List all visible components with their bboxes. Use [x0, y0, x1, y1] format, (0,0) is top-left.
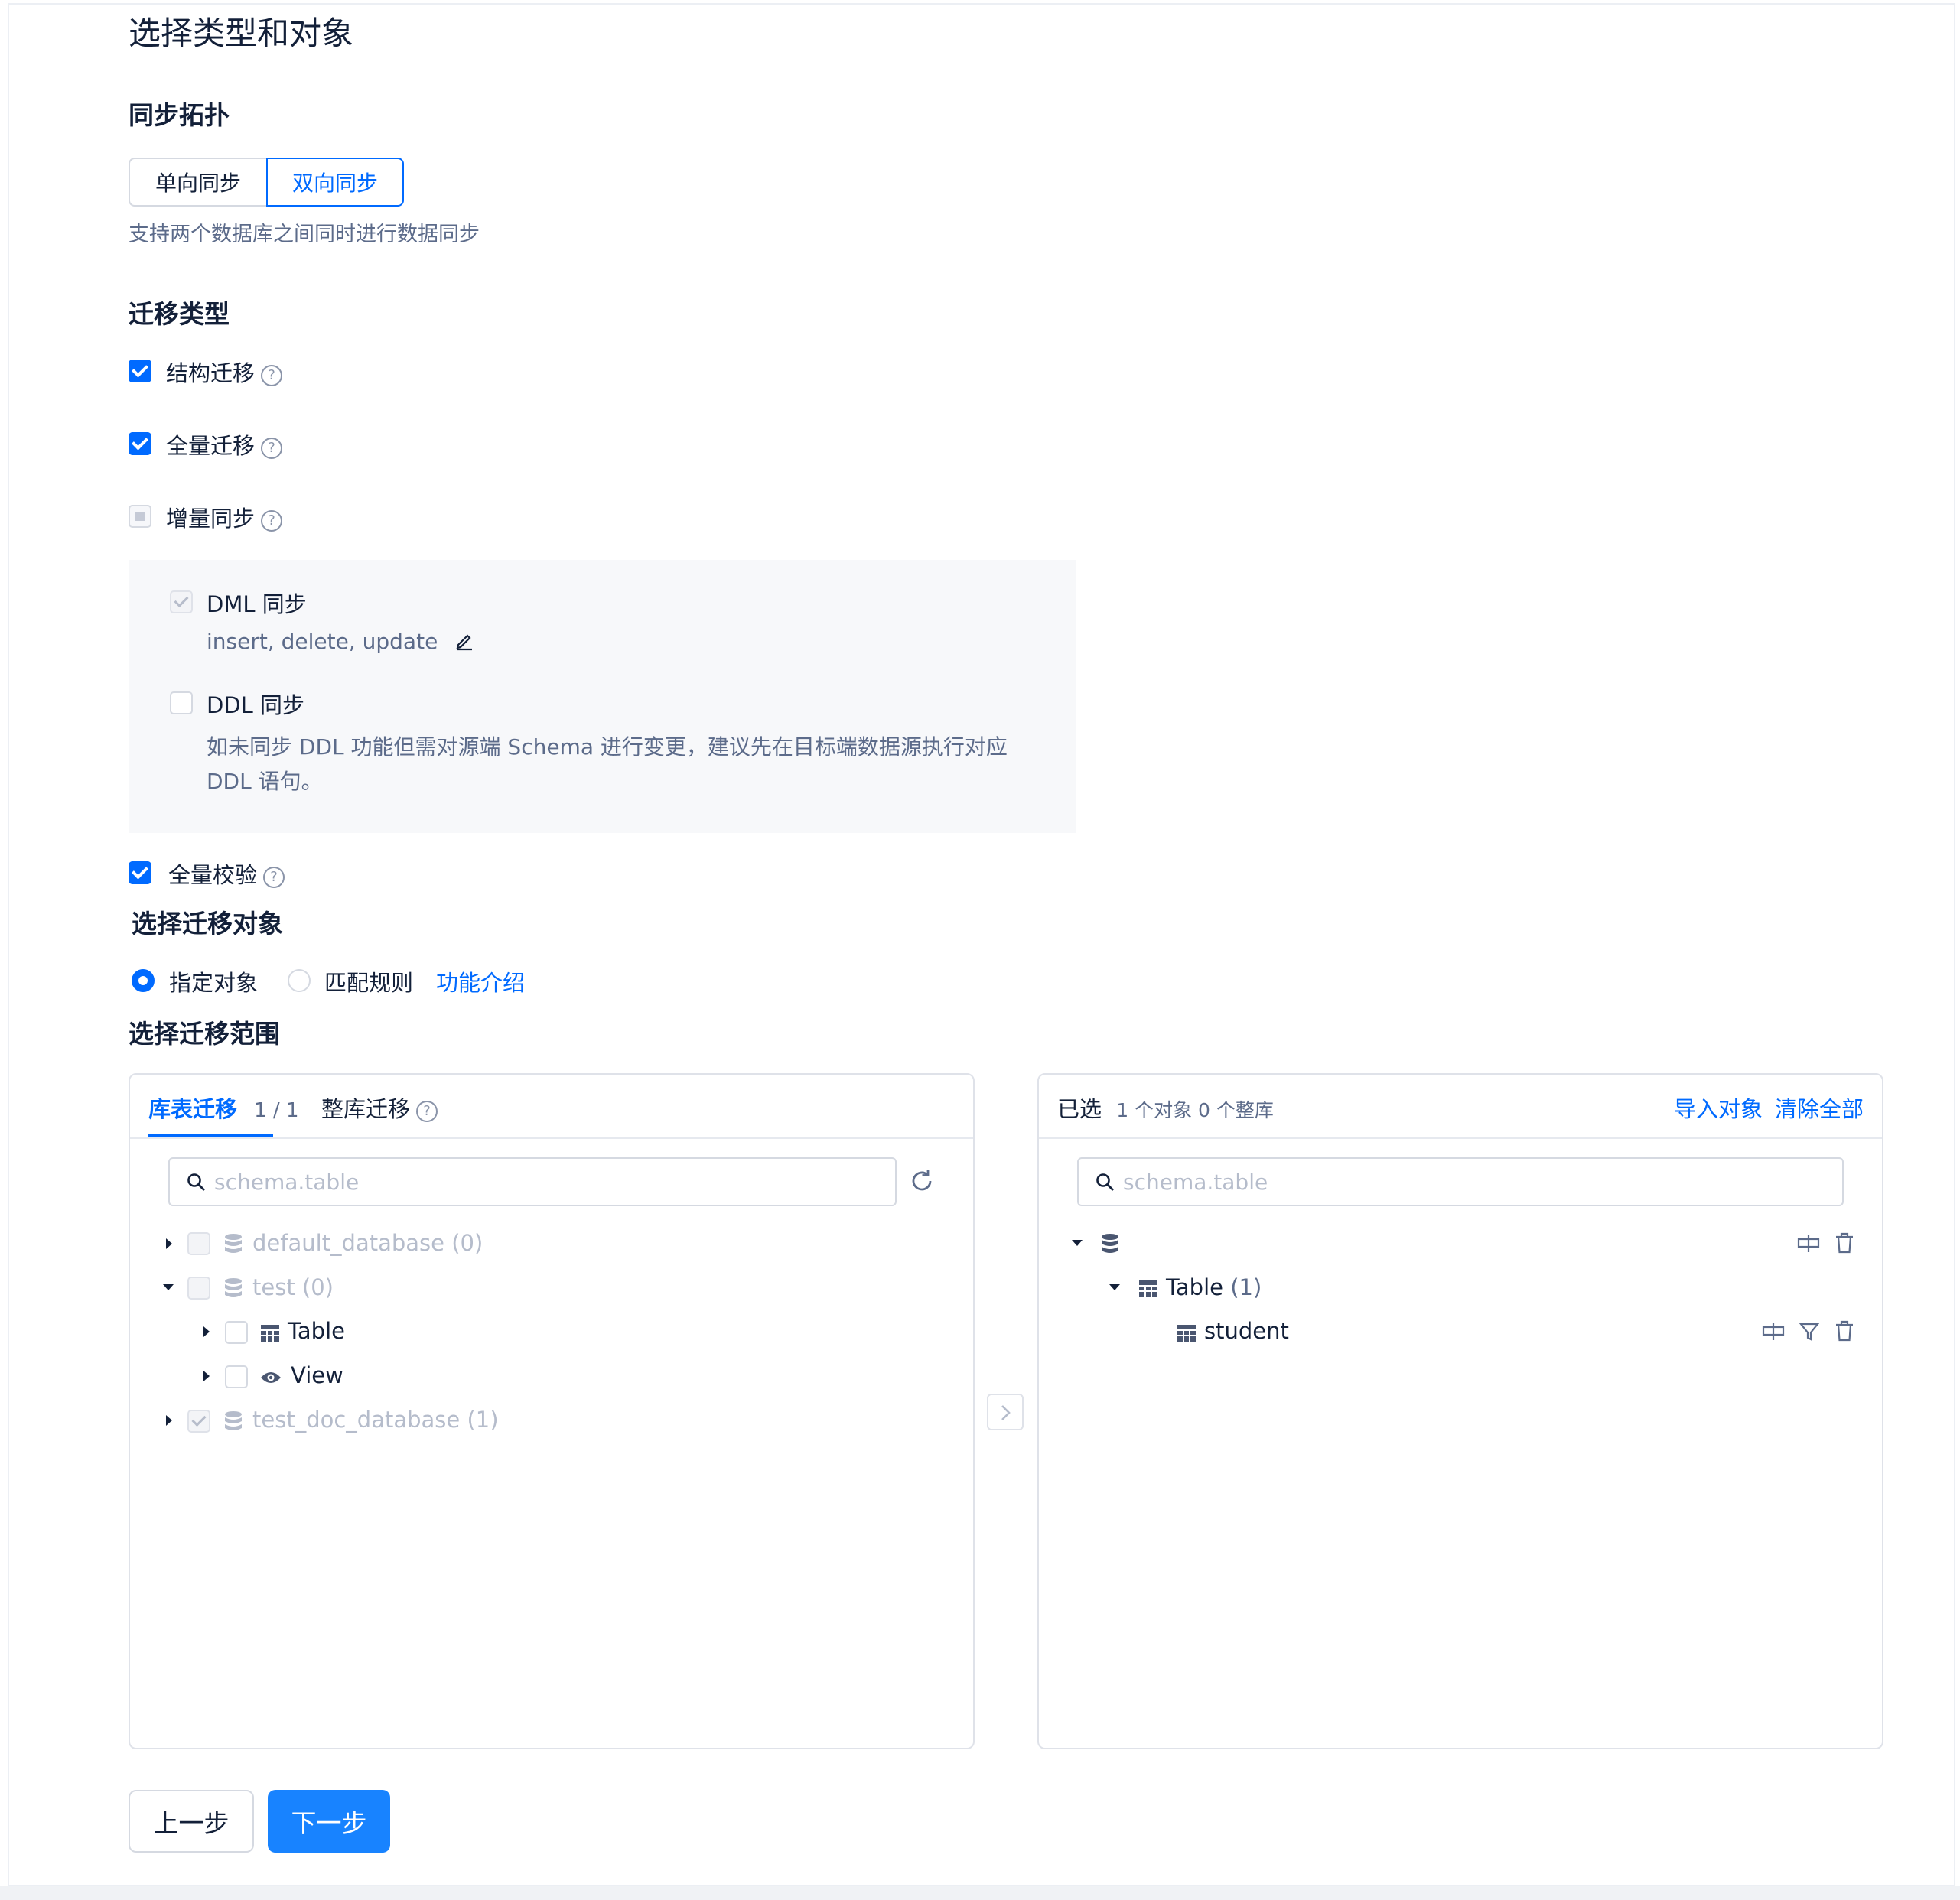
- match-rule-radio[interactable]: [288, 969, 311, 992]
- tree-checkbox[interactable]: [187, 1277, 210, 1300]
- tree-node-view[interactable]: View: [291, 1362, 343, 1388]
- selected-panel-header: 已选 1 个对象 0 个整库 导入对象 清除全部: [1039, 1075, 1882, 1139]
- tree-node-test-doc-database[interactable]: test_doc_database (1): [252, 1407, 499, 1433]
- dml-sync-label: DML 同步: [207, 591, 307, 617]
- tree-checkbox[interactable]: [187, 1232, 210, 1255]
- help-icon[interactable]: ?: [263, 866, 285, 888]
- edit-icon[interactable]: [454, 630, 475, 651]
- collapse-caret-icon[interactable]: [1109, 1284, 1120, 1290]
- search-icon: [1096, 1173, 1114, 1191]
- selected-title: 已选 1 个对象 0 个整库: [1057, 1096, 1274, 1122]
- database-icon: [225, 1278, 242, 1297]
- selected-search-input[interactable]: schema.table: [1077, 1157, 1844, 1206]
- source-search-input[interactable]: schema.table: [168, 1157, 897, 1206]
- help-icon[interactable]: ?: [261, 437, 283, 459]
- feature-intro-link[interactable]: 功能介绍: [436, 965, 525, 997]
- tab-count: 1 / 1: [254, 1099, 299, 1122]
- dml-operations: insert, delete, update: [207, 629, 475, 654]
- selected-objects-panel: 已选 1 个对象 0 个整库 导入对象 清除全部 schema.table Ta…: [1037, 1073, 1883, 1749]
- filter-icon[interactable]: [1799, 1322, 1819, 1342]
- dml-sync-checkbox[interactable]: [170, 590, 193, 613]
- specified-objects-label: 指定对象: [169, 970, 259, 996]
- tree-checkbox[interactable]: [187, 1410, 210, 1433]
- next-step-button[interactable]: 下一步: [268, 1790, 390, 1853]
- expand-caret-icon[interactable]: [166, 1238, 172, 1249]
- page-title: 选择类型和对象: [129, 15, 354, 52]
- full-check-checkbox[interactable]: [129, 861, 151, 884]
- source-panel-tabs: 库表迁移 1 / 1 整库迁移?: [130, 1075, 973, 1139]
- match-rule-label: 匹配规则: [324, 970, 414, 996]
- table-icon: [261, 1325, 279, 1342]
- view-eye-icon: [261, 1372, 281, 1383]
- prev-step-button[interactable]: 上一步: [129, 1790, 254, 1853]
- database-icon: [225, 1411, 242, 1430]
- incremental-sync-checkbox[interactable]: [129, 505, 151, 528]
- tree-node-test[interactable]: test (0): [252, 1274, 334, 1300]
- specified-objects-radio[interactable]: [132, 969, 155, 992]
- clear-all-link[interactable]: 清除全部: [1775, 1092, 1864, 1124]
- selected-table-node[interactable]: Table (1): [1166, 1274, 1262, 1300]
- collapse-caret-icon[interactable]: [163, 1284, 174, 1290]
- selected-item-student[interactable]: student: [1204, 1318, 1289, 1344]
- transfer-right-button[interactable]: [987, 1394, 1024, 1430]
- help-icon[interactable]: ?: [261, 364, 283, 386]
- search-icon: [187, 1173, 205, 1191]
- help-icon[interactable]: ?: [416, 1100, 438, 1122]
- expand-caret-icon[interactable]: [203, 1326, 210, 1337]
- table-icon: [1139, 1280, 1157, 1297]
- bottom-border-strip: [0, 1886, 1960, 1900]
- tree-node-table[interactable]: Table: [288, 1318, 345, 1344]
- selected-summary: 1 个对象 0 个整库: [1116, 1099, 1274, 1121]
- topology-heading: 同步拓扑: [129, 100, 230, 130]
- rename-icon[interactable]: [1762, 1322, 1785, 1342]
- full-migration-label: 全量迁移?: [166, 428, 283, 460]
- rename-icon[interactable]: [1797, 1234, 1820, 1254]
- ddl-hint: 如未同步 DDL 功能但需对源端 Schema 进行变更，建议先在目标端数据源执…: [207, 734, 1008, 794]
- help-icon[interactable]: ?: [261, 509, 283, 532]
- chevron-right-icon: [1001, 1405, 1011, 1420]
- topology-hint: 支持两个数据库之间同时进行数据同步: [129, 223, 480, 246]
- migration-type-heading: 迁移类型: [129, 299, 230, 329]
- import-objects-link[interactable]: 导入对象: [1674, 1092, 1763, 1124]
- delete-icon[interactable]: [1835, 1320, 1854, 1342]
- tab-whole-db-migration[interactable]: 整库迁移?: [321, 1092, 438, 1124]
- ddl-sync-label: DDL 同步: [207, 692, 305, 718]
- collapse-caret-icon[interactable]: [1072, 1240, 1083, 1246]
- tree-node-default-database[interactable]: default_database (0): [252, 1230, 483, 1256]
- ddl-sync-checkbox[interactable]: [170, 691, 193, 714]
- full-check-label: 全量校验?: [168, 857, 285, 890]
- tab-table-migration[interactable]: 库表迁移 1 / 1: [148, 1092, 299, 1124]
- tree-checkbox[interactable]: [225, 1365, 248, 1388]
- source-objects-panel: 库表迁移 1 / 1 整库迁移? schema.table default_da…: [129, 1073, 975, 1749]
- range-heading: 选择迁移范围: [129, 1019, 280, 1049]
- one-way-sync-option[interactable]: 单向同步: [129, 158, 266, 207]
- delete-icon[interactable]: [1835, 1232, 1854, 1254]
- two-way-sync-option[interactable]: 双向同步: [266, 158, 404, 207]
- database-icon: [1102, 1234, 1118, 1253]
- active-tab-indicator: [148, 1134, 273, 1137]
- refresh-icon[interactable]: [909, 1168, 935, 1194]
- tree-checkbox[interactable]: [225, 1321, 248, 1344]
- full-migration-checkbox[interactable]: [129, 432, 151, 455]
- expand-caret-icon[interactable]: [203, 1371, 210, 1381]
- expand-caret-icon[interactable]: [166, 1415, 172, 1426]
- structure-migration-label: 结构迁移?: [166, 356, 283, 388]
- incremental-sync-label: 增量同步?: [166, 501, 283, 533]
- database-icon: [225, 1234, 242, 1253]
- table-icon: [1177, 1325, 1196, 1342]
- structure-migration-checkbox[interactable]: [129, 360, 151, 382]
- object-select-heading: 选择迁移对象: [132, 909, 283, 939]
